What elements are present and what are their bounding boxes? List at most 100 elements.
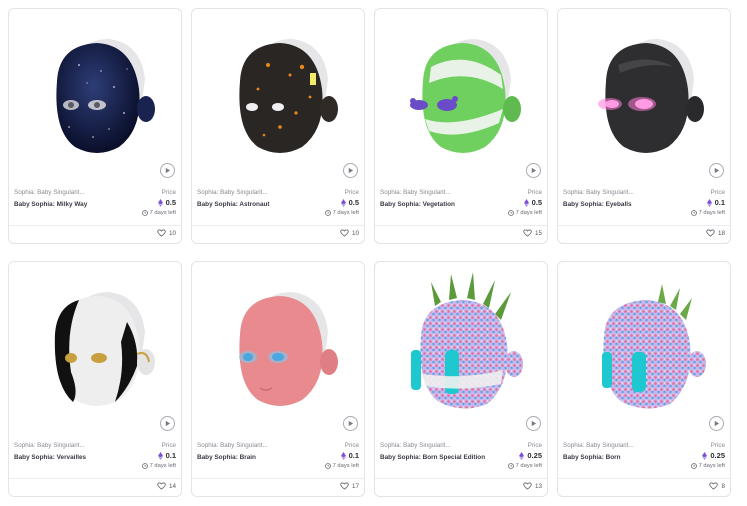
ethereum-icon bbox=[340, 198, 346, 207]
like-count: 13 bbox=[534, 482, 542, 490]
nft-title[interactable]: Baby Sophia: Eyeballs bbox=[563, 200, 681, 209]
clock-icon bbox=[507, 210, 514, 216]
time-left-text: 7 days left bbox=[149, 210, 176, 216]
play-button[interactable] bbox=[343, 416, 358, 431]
like-button[interactable]: 13 bbox=[523, 482, 542, 490]
like-button[interactable]: 15 bbox=[523, 229, 542, 237]
time-left-text: 7 days left bbox=[332, 210, 359, 216]
nft-artwork-vervailles[interactable] bbox=[9, 262, 181, 438]
time-left-text: 7 days left bbox=[332, 463, 359, 469]
like-button[interactable]: 14 bbox=[157, 482, 176, 490]
price-amount: 0.5 bbox=[531, 198, 542, 207]
price-amount: 0.5 bbox=[165, 198, 176, 207]
play-icon bbox=[165, 167, 171, 174]
play-button[interactable] bbox=[709, 416, 724, 431]
collection-name[interactable]: Sophia: Baby Singularit... bbox=[14, 189, 136, 196]
like-button[interactable]: 10 bbox=[340, 229, 359, 237]
time-left-text: 7 days left bbox=[515, 210, 542, 216]
time-left: 7 days left bbox=[690, 210, 725, 216]
nft-card[interactable]: Sophia: Baby Singularit... Baby Sophia: … bbox=[8, 8, 182, 244]
card-info: Sophia: Baby Singularit... Baby Sophia: … bbox=[197, 442, 359, 482]
nft-artwork-eyeballs[interactable] bbox=[558, 9, 730, 185]
nft-artwork-astronaut[interactable] bbox=[192, 9, 364, 185]
card-footer: 10 bbox=[192, 225, 364, 243]
card-info: Sophia: Baby Singularit... Baby Sophia: … bbox=[14, 442, 176, 482]
collection-name[interactable]: Sophia: Baby Singularit... bbox=[380, 189, 502, 196]
time-left: 7 days left bbox=[690, 463, 725, 469]
heart-icon bbox=[523, 482, 532, 490]
like-count: 14 bbox=[168, 482, 176, 490]
ethereum-icon bbox=[519, 451, 525, 460]
price-value: 0.1 bbox=[706, 198, 725, 207]
like-button[interactable]: 8 bbox=[709, 482, 725, 490]
ethereum-icon bbox=[702, 451, 708, 460]
like-button[interactable]: 17 bbox=[340, 482, 359, 490]
heart-icon bbox=[706, 229, 715, 237]
like-button[interactable]: 10 bbox=[157, 229, 176, 237]
play-button[interactable] bbox=[160, 163, 175, 178]
time-left: 7 days left bbox=[507, 463, 542, 469]
collection-name[interactable]: Sophia: Baby Singularit... bbox=[197, 442, 319, 449]
price-value: 0.5 bbox=[523, 198, 542, 207]
nft-card[interactable]: Sophia: Baby Singularit... Baby Sophia: … bbox=[374, 261, 548, 497]
clock-icon bbox=[507, 463, 514, 469]
time-left: 7 days left bbox=[507, 210, 542, 216]
clock-icon bbox=[324, 210, 331, 216]
nft-grid: Sophia: Baby Singularit... Baby Sophia: … bbox=[8, 8, 731, 498]
nft-title[interactable]: Baby Sophia: Brain bbox=[197, 453, 315, 462]
time-left-text: 7 days left bbox=[515, 463, 542, 469]
price-value: 0.25 bbox=[702, 451, 725, 460]
nft-title[interactable]: Baby Sophia: Milky Way bbox=[14, 200, 132, 209]
time-left: 7 days left bbox=[324, 463, 359, 469]
play-button[interactable] bbox=[709, 163, 724, 178]
heart-icon bbox=[157, 229, 166, 237]
price-amount: 0.25 bbox=[710, 451, 725, 460]
collection-name[interactable]: Sophia: Baby Singularit... bbox=[563, 189, 685, 196]
ethereum-icon bbox=[340, 451, 346, 460]
play-button[interactable] bbox=[526, 416, 541, 431]
play-button[interactable] bbox=[526, 163, 541, 178]
nft-artwork-vegetation[interactable] bbox=[375, 9, 547, 185]
time-left: 7 days left bbox=[324, 210, 359, 216]
collection-name[interactable]: Sophia: Baby Singularit... bbox=[563, 442, 685, 449]
clock-icon bbox=[141, 210, 148, 216]
play-button[interactable] bbox=[160, 416, 175, 431]
time-left-text: 7 days left bbox=[698, 210, 725, 216]
card-footer: 13 bbox=[375, 478, 547, 496]
card-footer: 17 bbox=[192, 478, 364, 496]
nft-card[interactable]: Sophia: Baby Singularit... Baby Sophia: … bbox=[191, 8, 365, 244]
price-amount: 0.5 bbox=[348, 198, 359, 207]
price-label: Price bbox=[527, 189, 542, 196]
clock-icon bbox=[690, 210, 697, 216]
heart-icon bbox=[340, 482, 349, 490]
nft-card[interactable]: Sophia: Baby Singularit... Baby Sophia: … bbox=[557, 261, 731, 497]
like-button[interactable]: 18 bbox=[706, 229, 725, 237]
nft-title[interactable]: Baby Sophia: Vegetation bbox=[380, 200, 498, 209]
nft-title[interactable]: Baby Sophia: Astronaut bbox=[197, 200, 315, 209]
price-label: Price bbox=[527, 442, 542, 449]
nft-artwork-milky-way[interactable] bbox=[9, 9, 181, 185]
collection-name[interactable]: Sophia: Baby Singularit... bbox=[380, 442, 502, 449]
card-footer: 10 bbox=[9, 225, 181, 243]
nft-card[interactable]: Sophia: Baby Singularit... Baby Sophia: … bbox=[557, 8, 731, 244]
like-count: 15 bbox=[534, 229, 542, 237]
nft-title[interactable]: Baby Sophia: Vervailles bbox=[14, 453, 132, 462]
ethereum-icon bbox=[706, 198, 712, 207]
play-button[interactable] bbox=[343, 163, 358, 178]
nft-card[interactable]: Sophia: Baby Singularit... Baby Sophia: … bbox=[8, 261, 182, 497]
nft-title[interactable]: Baby Sophia: Born bbox=[563, 453, 681, 462]
like-count: 8 bbox=[721, 482, 725, 490]
nft-artwork-born[interactable] bbox=[558, 262, 730, 438]
collection-name[interactable]: Sophia: Baby Singularit... bbox=[14, 442, 136, 449]
ethereum-icon bbox=[523, 198, 529, 207]
nft-card[interactable]: Sophia: Baby Singularit... Baby Sophia: … bbox=[191, 261, 365, 497]
nft-title[interactable]: Baby Sophia: Born Special Edition bbox=[380, 453, 498, 462]
play-icon bbox=[348, 167, 354, 174]
collection-name[interactable]: Sophia: Baby Singularit... bbox=[197, 189, 319, 196]
play-icon bbox=[531, 420, 537, 427]
ethereum-icon bbox=[157, 451, 163, 460]
nft-artwork-born-special[interactable] bbox=[375, 262, 547, 438]
nft-artwork-brain[interactable] bbox=[192, 262, 364, 438]
nft-card[interactable]: Sophia: Baby Singularit... Baby Sophia: … bbox=[374, 8, 548, 244]
card-info: Sophia: Baby Singularit... Baby Sophia: … bbox=[197, 189, 359, 229]
